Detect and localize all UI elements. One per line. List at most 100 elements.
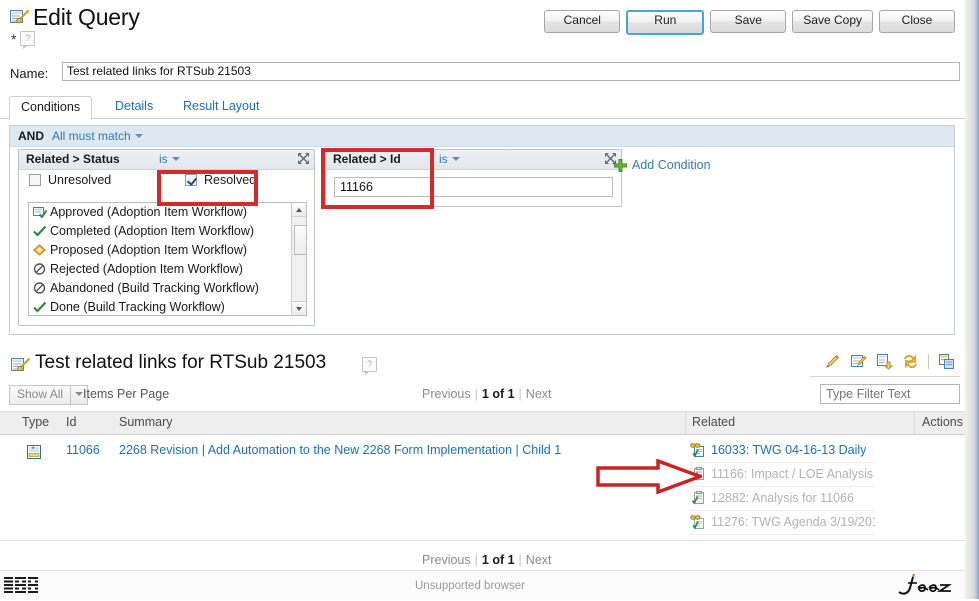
save-copy-button[interactable]: Save Copy (792, 10, 873, 33)
run-button[interactable]: Run (626, 10, 705, 35)
meeting-icon (690, 514, 706, 530)
related-link-item[interactable]: 11276: TWG Agenda 3/19/2013 (690, 511, 875, 535)
list-item-label: Abandoned (Build Tracking Workflow) (50, 281, 259, 295)
edit-query-icon[interactable] (850, 353, 867, 370)
items-per-page-label: Items Per Page (83, 387, 170, 401)
checkbox-resolved-box (185, 174, 197, 186)
related-link-item[interactable]: 11166: Impact / LOE Analysis (690, 463, 875, 487)
previous-link[interactable]: Previous (422, 387, 471, 401)
list-item[interactable]: Abandoned (Build Tracking Workflow) (29, 279, 306, 298)
filter-input[interactable] (820, 384, 960, 404)
next-link[interactable]: Next (526, 553, 552, 567)
list-item-label: Rejected (Adoption Item Workflow) (50, 262, 243, 276)
blocked-icon (33, 281, 47, 294)
tab-conditions[interactable]: Conditions (9, 96, 93, 120)
related-link-label: 16033: TWG 04-16-13 Daily (711, 443, 867, 457)
checkbox-resolved[interactable]: Resolved (185, 173, 256, 187)
list-item[interactable]: Done (Build Tracking Workflow) (29, 298, 306, 315)
pager-top: Previous | 1 of 1 | Next (422, 387, 552, 401)
column-divider (685, 412, 686, 434)
column-header-related[interactable]: Related (692, 415, 735, 429)
close-button[interactable]: Close (879, 10, 955, 33)
next-link[interactable]: Next (526, 387, 552, 401)
condition-status-operator[interactable]: is (159, 152, 180, 166)
related-link-item[interactable]: 16033: TWG 04-16-13 Daily (690, 439, 875, 463)
scroll-up-icon[interactable] (292, 203, 306, 217)
save-button[interactable]: Save (710, 10, 787, 33)
page-header: Edit Query * ? Cancel Run Save Save Copy… (0, 0, 965, 52)
results-table: Type Id Summary Related Actions * 11066 … (0, 411, 965, 545)
header-button-bar: Cancel Run Save Save Copy Close (544, 10, 955, 35)
ibm-logo (4, 577, 38, 596)
row-id-link[interactable]: 11066 (66, 443, 100, 457)
pager-bottom: Previous | 1 of 1 | Next (422, 553, 552, 567)
status-list-scrollbar[interactable] (291, 203, 306, 315)
tab-details[interactable]: Details (104, 96, 164, 118)
related-link-label: 11166: Impact / LOE Analysis (711, 467, 874, 481)
page-position: 1 of 1 (481, 387, 515, 401)
cancel-button[interactable]: Cancel (544, 10, 621, 33)
match-mode-dropdown[interactable]: All must match (52, 129, 143, 143)
help-icon[interactable]: ? (362, 357, 377, 375)
name-row: Name: (0, 60, 965, 88)
copy-to-clipboard-icon[interactable] (938, 353, 955, 370)
column-header-actions[interactable]: Actions (922, 415, 963, 429)
query-name-input[interactable] (62, 62, 960, 81)
approved-icon (33, 205, 48, 219)
jazz-logo (895, 573, 953, 601)
checkbox-unresolved[interactable]: Unresolved (29, 173, 111, 187)
add-condition-button[interactable]: Add Condition (614, 158, 711, 172)
page-title: Edit Query (33, 4, 140, 30)
name-label: Name: (10, 66, 49, 81)
chevron-down-icon (451, 157, 460, 161)
items-per-page-dropdown[interactable]: Show All (9, 385, 89, 405)
condition-id-operator[interactable]: is (439, 152, 460, 166)
table-row[interactable]: * 11066 2268 Revision | Add Automation t… (0, 435, 965, 545)
related-link-item[interactable]: 12882: Analysis for 11066 (690, 487, 875, 511)
row-summary-link[interactable]: 2268 Revision | Add Automation to the Ne… (119, 443, 561, 457)
list-item[interactable]: Approved (Adoption Item Workflow) (29, 203, 306, 222)
list-item[interactable]: Completed (Adoption Item Workflow) (29, 222, 306, 241)
column-header-summary[interactable]: Summary (119, 415, 172, 429)
check-icon (33, 224, 47, 237)
window-right-edge (965, 0, 979, 599)
tab-underline (0, 118, 965, 119)
list-item-label: Completed (Adoption Item Workflow) (50, 224, 255, 238)
checkbox-unresolved-box (29, 174, 41, 186)
tab-result-layout[interactable]: Result Layout (172, 96, 270, 118)
checkbox-resolved-label: Resolved (204, 173, 257, 187)
pencil-edit-icon[interactable] (824, 353, 841, 370)
condition-related-id: Related > Id is (325, 149, 622, 207)
list-item[interactable]: Proposed (Adoption Item Workflow) (29, 241, 306, 260)
list-item-label: Approved (Adoption Item Workflow) (50, 205, 248, 219)
refresh-icon[interactable] (902, 353, 919, 370)
results-toolbar (824, 353, 955, 370)
checkbox-unresolved-label: Unresolved (48, 173, 112, 187)
close-icon[interactable] (298, 153, 309, 164)
column-header-id[interactable]: Id (66, 415, 76, 429)
table-bottom-divider (0, 540, 965, 541)
items-per-page-value: Show All (17, 387, 64, 401)
condition-id-header: Related > Id is (326, 150, 621, 170)
status-resolution-checkboxes: Unresolved Resolved (19, 173, 314, 195)
match-mode-label: All must match (52, 129, 131, 143)
query-icon (11, 357, 31, 375)
previous-link[interactable]: Previous (422, 553, 471, 567)
scrollbar-thumb[interactable] (294, 225, 306, 255)
svg-text:*: * (32, 445, 35, 454)
results-controls: Show All Items Per Page Previous | 1 of 1 |… (0, 383, 965, 409)
condition-status-header: Related > Status is (19, 150, 314, 170)
list-item[interactable]: Rejected (Adoption Item Workflow) (29, 260, 306, 279)
related-id-input[interactable] (334, 177, 613, 197)
column-header-type[interactable]: Type (22, 415, 49, 429)
save-query-icon[interactable] (876, 353, 894, 370)
chevron-down-icon (134, 134, 143, 138)
list-item-label: Done (Build Tracking Workflow) (50, 300, 225, 314)
toolbar-separator (928, 354, 929, 369)
scroll-down-icon[interactable] (292, 301, 306, 315)
status-options-list[interactable]: Approved (Adoption Item Workflow) Comple… (28, 202, 307, 316)
help-icon[interactable]: ? (20, 31, 36, 49)
dirty-indicator-row: * ? (11, 31, 36, 49)
condition-related-status: Related > Status is Unresolved Resolved (18, 149, 315, 326)
query-icon (10, 9, 30, 27)
